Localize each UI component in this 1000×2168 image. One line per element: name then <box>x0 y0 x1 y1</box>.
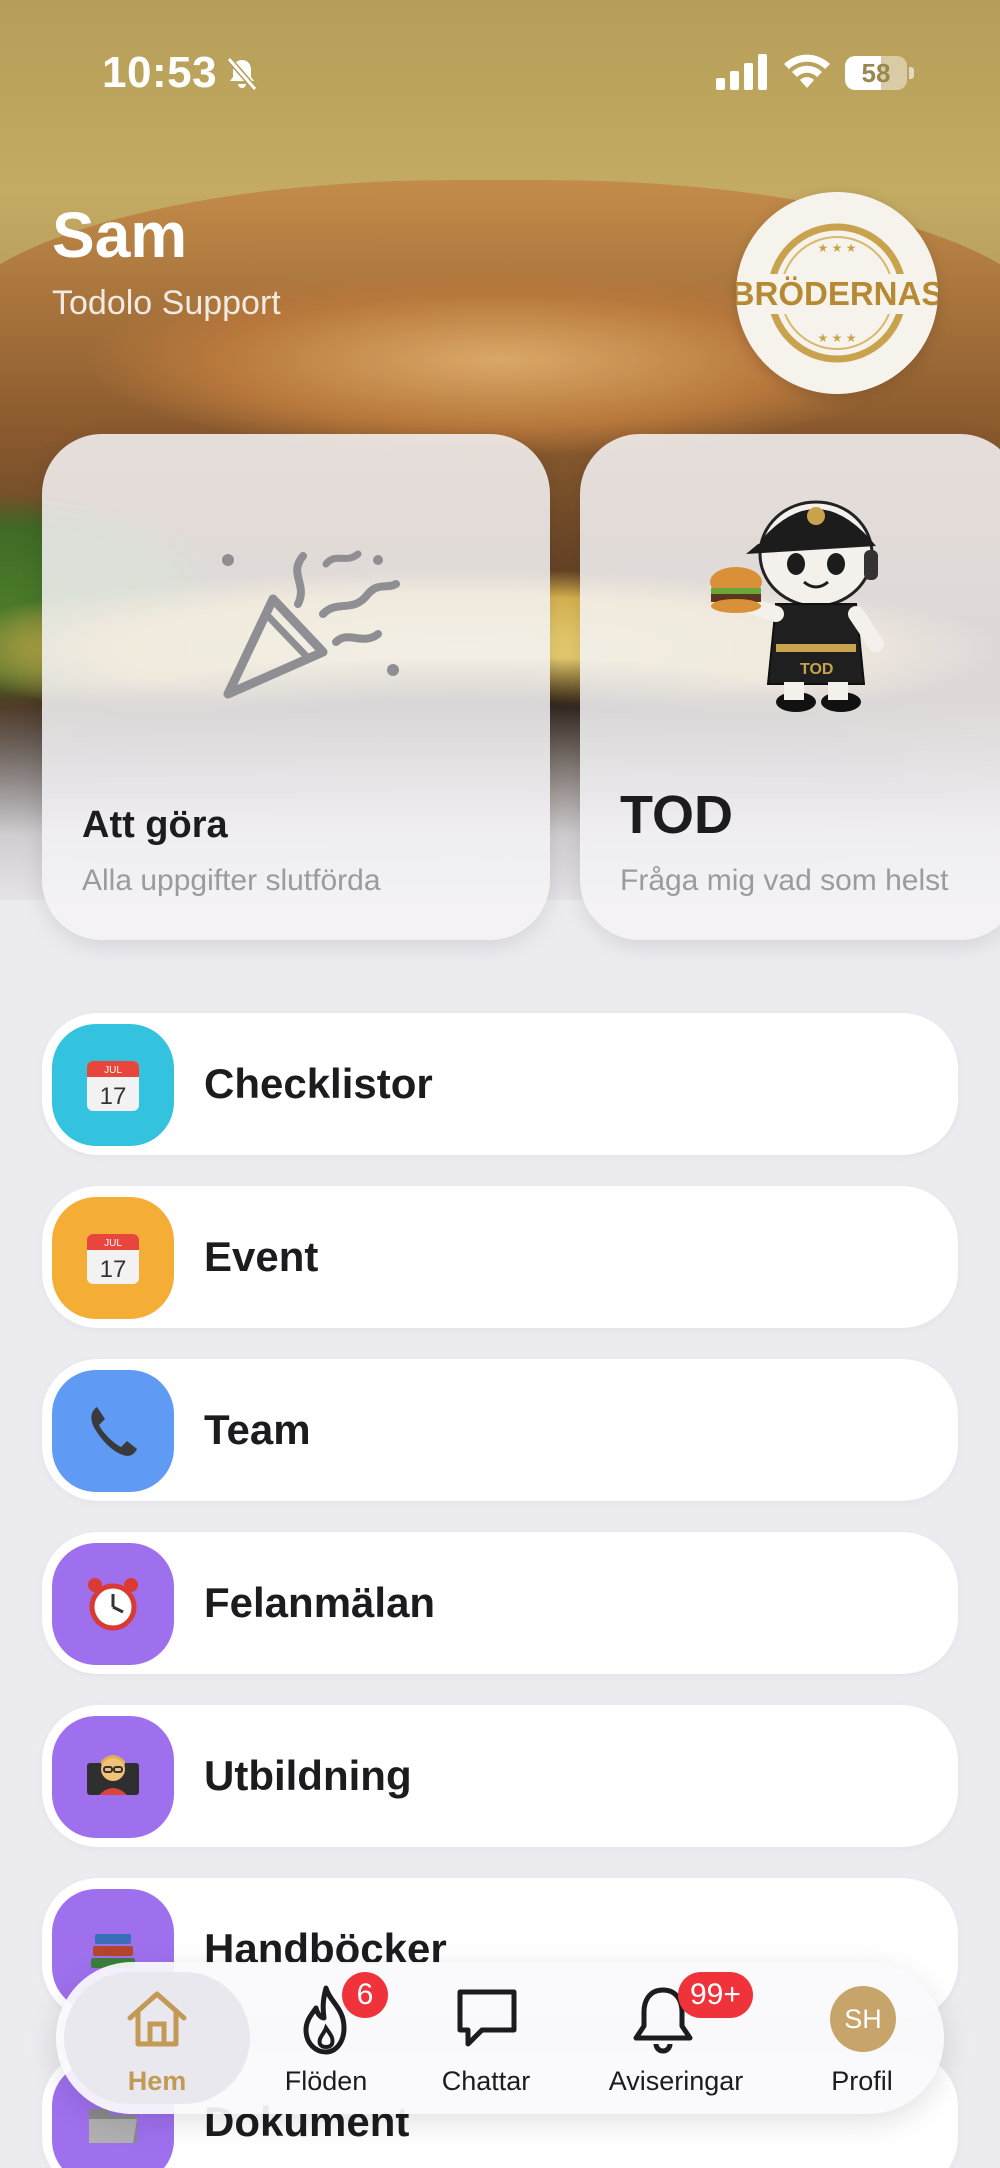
company-logo[interactable]: BRÖDERNAS ★ ★ ★ ★ ★ ★ <box>736 192 938 394</box>
tab-profil[interactable]: SH Profil <box>792 1962 932 2114</box>
tab-aviseringar[interactable]: 99+ Aviseringar <box>576 1962 776 2114</box>
menu-item-event[interactable]: JUL 17 Event <box>42 1186 958 1328</box>
menu-icon-tile <box>52 1543 174 1665</box>
tab-label: Aviseringar <box>608 2066 744 2096</box>
menu-item-label: Team <box>204 1406 311 1453</box>
bell-slash-icon <box>226 57 258 91</box>
tod-assistant-card[interactable]: TOD TOD Fråga mig vad som helst <box>580 434 1000 940</box>
menu-item-utbildning[interactable]: Utbildning <box>42 1705 958 1847</box>
menu-item-felanmalan[interactable]: Felanmälan <box>42 1532 958 1674</box>
todo-card-title: Att göra <box>82 804 228 846</box>
menu-icon-tile: JUL 17 <box>52 1197 174 1319</box>
menu-item-checklistor[interactable]: JUL 17 Checklistor <box>42 1013 958 1155</box>
chat-bubble-icon <box>457 1989 517 2047</box>
teacher-icon <box>87 1755 139 1795</box>
tab-chattar[interactable]: Chattar <box>416 1962 556 2114</box>
svg-text:★ ★ ★: ★ ★ ★ <box>818 241 857 255</box>
alarm-clock-icon <box>88 1578 138 1631</box>
menu-item-label: Felanmälan <box>204 1579 436 1626</box>
todo-card[interactable]: Att göra Alla uppgifter slutförda <box>42 434 550 940</box>
todo-card-subtitle: Alla uppgifter slutförda <box>82 864 381 897</box>
wifi-icon <box>784 54 830 88</box>
tab-label: Flöden <box>284 2066 368 2096</box>
tab-bar: Hem 6 Flöden Chattar 99+ Aviseringar SH … <box>56 1962 944 2114</box>
tod-card-title: TOD <box>620 785 734 845</box>
cellular-signal-icon <box>716 54 767 90</box>
party-popper-icon <box>222 550 400 699</box>
user-name: Sam <box>52 199 188 271</box>
mascot-icon: TOD <box>710 500 884 712</box>
calendar-icon: JUL 17 <box>87 1234 139 1284</box>
notification-badge: 99+ <box>678 1972 753 2018</box>
menu-item-label: Utbildning <box>204 1752 412 1799</box>
seal-logo-icon: BRÖDERNAS ★ ★ ★ ★ ★ ★ <box>736 223 938 363</box>
tab-floden[interactable]: 6 Flöden <box>266 1962 388 2114</box>
tab-label: Hem <box>127 2066 187 2096</box>
tab-home[interactable]: Hem <box>64 1962 250 2114</box>
logo-text: BRÖDERNAS <box>736 275 938 312</box>
menu-icon-tile: JUL 17 <box>52 1024 174 1146</box>
tod-card-subtitle: Fråga mig vad som helst <box>620 864 949 897</box>
menu-item-label: Event <box>204 1233 319 1280</box>
avatar: SH <box>830 1986 896 2052</box>
battery-indicator: 58 <box>845 56 915 92</box>
menu-icon-tile <box>52 1370 174 1492</box>
menu-item-label: Checklistor <box>204 1060 433 1107</box>
tab-label: Chattar <box>441 2066 531 2096</box>
status-bar: 10:53 58 <box>0 40 1000 110</box>
user-organization: Todolo Support <box>52 284 281 322</box>
menu-item-team[interactable]: Team <box>42 1359 958 1501</box>
calendar-icon: JUL 17 <box>87 1061 139 1111</box>
phone-icon <box>91 1407 137 1456</box>
menu-icon-tile <box>52 1716 174 1838</box>
mascot-apron-label: TOD <box>800 661 833 678</box>
battery-percent: 58 <box>861 58 891 88</box>
svg-text:★ ★ ★: ★ ★ ★ <box>818 331 857 345</box>
svg-text:JUL: JUL <box>104 1065 122 1076</box>
notification-badge: 6 <box>342 1972 388 2018</box>
svg-text:17: 17 <box>100 1083 127 1110</box>
status-time: 10:53 <box>102 48 218 97</box>
svg-text:17: 17 <box>100 1256 127 1283</box>
home-icon <box>127 1991 187 2047</box>
tab-label: Profil <box>831 2066 893 2096</box>
svg-text:JUL: JUL <box>104 1238 122 1249</box>
